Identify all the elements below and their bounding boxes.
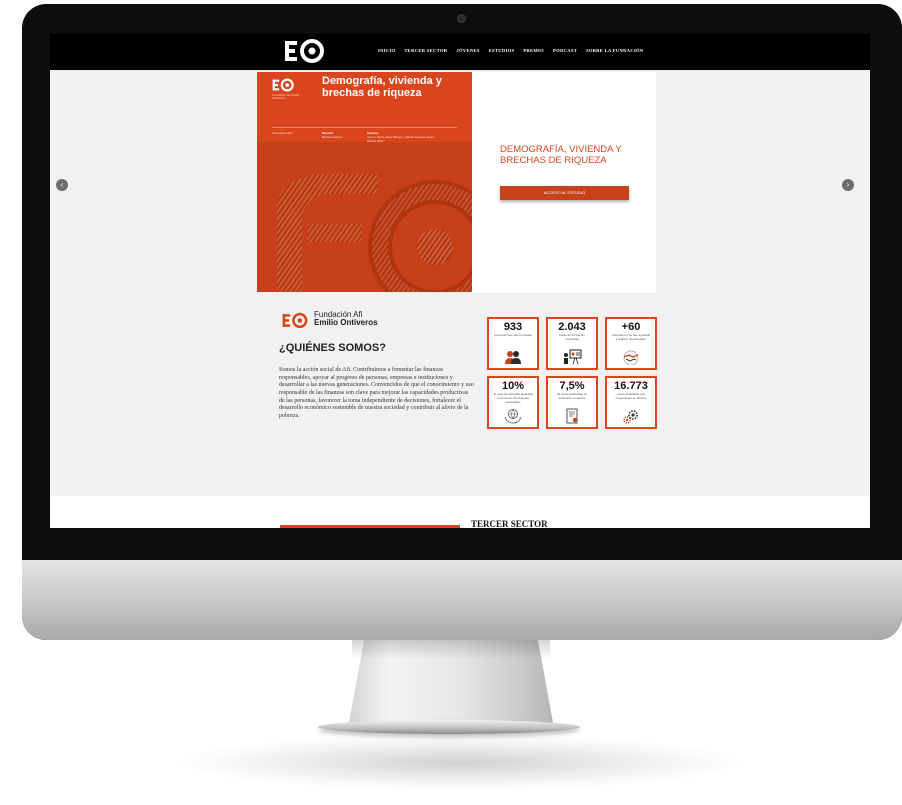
stat-card: 933 personas han sido formadas	[487, 317, 539, 370]
stat-label: de horas dedicadas en exclusiva a mujere…	[556, 392, 588, 400]
cover-logo-caption: Fundación Afi Emilio Ontiveros	[272, 93, 300, 101]
camera-icon	[457, 14, 466, 23]
certificate-icon	[566, 408, 578, 424]
about-body: Somos la acción social de Afi. Contribui…	[279, 367, 474, 420]
presentation-icon	[564, 349, 582, 365]
about-heading: ¿QUIÉNES SOMOS?	[279, 342, 386, 354]
nav-item-podcast[interactable]: PODCAST	[553, 48, 577, 53]
foundation-name: Fundación Afi Emilio Ontiveros	[314, 310, 378, 328]
monitor-chin	[22, 560, 902, 640]
access-study-button[interactable]: ACCESO AL ESTUDIO	[500, 186, 629, 200]
hero-study-cover[interactable]: Fundación Afi Emilio Ontiveros Demografí…	[257, 72, 472, 292]
stand-shadow	[180, 735, 740, 790]
cover-director: Director Ricardo Iceluren	[322, 131, 362, 140]
nav-item-inicio[interactable]: INICIO	[378, 48, 395, 53]
nav-item-jovenes[interactable]: JÓVENES	[456, 48, 479, 53]
hero-title: DEMOGRAFÍA, VIVIENDA Y BRECHAS DE RIQUEZ…	[500, 144, 622, 167]
hero-text-panel: DEMOGRAFÍA, VIVIENDA Y BRECHAS DE RIQUEZ…	[472, 72, 656, 292]
chevron-left-icon[interactable]: ‹	[56, 179, 68, 191]
chevron-right-icon[interactable]: ›	[842, 179, 854, 191]
stat-value: 16.773	[614, 380, 648, 392]
stat-label: de nuestra actividad dedicada a promover…	[493, 392, 533, 404]
stat-card: 10% de nuestra actividad dedicada a prom…	[487, 376, 539, 429]
stat-value: +60	[621, 321, 641, 333]
tercer-sector-section: TERCER SECTOR	[50, 496, 870, 528]
stat-label: voluntarios nos han ayudado a realizar n…	[611, 333, 651, 341]
stat-value: 2.043	[558, 321, 586, 333]
main-nav: INICIO TERCER SECTOR JÓVENES ESTUDIOS PR…	[378, 48, 644, 53]
nav-item-premio[interactable]: PREMIO	[523, 48, 544, 53]
cover-eo-logo-icon	[272, 78, 294, 92]
top-navbar: INICIO TERCER SECTOR JÓVENES ESTUDIOS PR…	[50, 34, 870, 70]
stat-card: +60 voluntarios nos han ayudado a realiz…	[605, 317, 657, 370]
monitor-base	[318, 720, 580, 734]
monitor-stand-shade	[352, 638, 550, 660]
nav-item-tercer-sector[interactable]: TERCER SECTOR	[404, 48, 447, 53]
handshake-icon	[623, 350, 639, 365]
cover-divider	[272, 127, 457, 128]
globe-hands-icon	[504, 409, 522, 424]
stat-label: euros dedicados a la cooperación en Méxi…	[615, 392, 647, 400]
nav-item-sobre-la-fundacion[interactable]: SOBRE LA FUNDACIÓN	[586, 48, 643, 53]
stat-value: 10%	[501, 380, 525, 392]
monitor-frame: INICIO TERCER SECTOR JÓVENES ESTUDIOS PR…	[22, 4, 902, 640]
gears-icon	[623, 410, 638, 424]
cover-title: Demografía, vivienda y brechas de riquez…	[322, 75, 442, 99]
stat-value: 7,5%	[559, 380, 585, 392]
website-screen: INICIO TERCER SECTOR JÓVENES ESTUDIOS PR…	[50, 34, 870, 528]
section-image-edge	[280, 525, 460, 528]
stats-grid: 933 personas han sido formadas 2.043 hor…	[487, 317, 657, 429]
people-icon	[505, 351, 521, 364]
stat-label: personas han sido formadas	[494, 333, 532, 337]
stat-card: 2.043 horas de formación impartidas	[546, 317, 598, 370]
stat-card: 16.773 euros dedicados a la cooperación …	[605, 376, 657, 429]
eo-logo-icon[interactable]	[284, 38, 328, 64]
stat-label: horas de formación impartidas	[559, 333, 585, 341]
nav-item-estudios[interactable]: ESTUDIOS	[489, 48, 515, 53]
stat-card: 7,5% de horas dedicadas en exclusiva a m…	[546, 376, 598, 429]
stat-value: 933	[503, 321, 523, 333]
cover-director-name: Ricardo Iceluren	[322, 134, 343, 139]
foundation-name-line2: Emilio Ontiveros	[314, 318, 378, 328]
tercer-sector-heading: TERCER SECTOR	[471, 519, 548, 528]
fundacion-eo-logo-icon	[282, 312, 308, 329]
cover-graphic	[257, 142, 472, 292]
